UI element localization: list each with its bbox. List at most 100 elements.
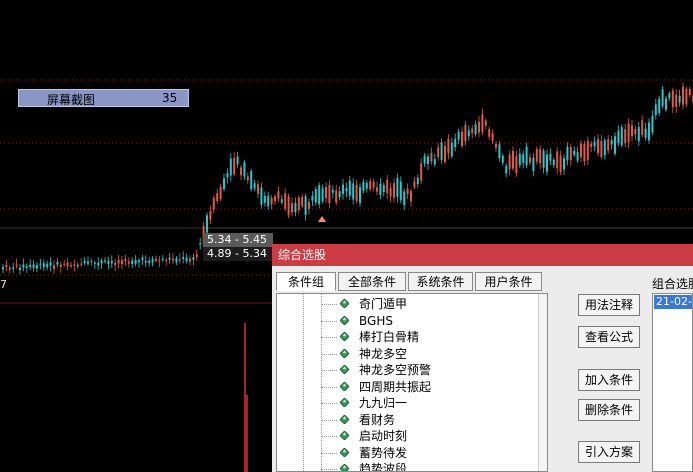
- condition-item-label: 神龙多空: [359, 346, 408, 361]
- candle-body: [569, 147, 572, 161]
- candle-body: [168, 257, 171, 260]
- combo-list[interactable]: 21-02-: [652, 293, 693, 472]
- candle-body: [352, 183, 355, 200]
- green-diamond-icon: [340, 464, 349, 471]
- candle-body: [501, 155, 504, 163]
- candle-body: [508, 154, 511, 170]
- candle-body: [484, 120, 487, 126]
- candle-body: [427, 156, 429, 164]
- combo-selected-item[interactable]: 21-02-: [654, 295, 692, 309]
- candle-body: [481, 114, 484, 133]
- candle-body: [308, 202, 310, 209]
- candle-body: [114, 262, 117, 266]
- add-condition-button[interactable]: 加入条件: [578, 369, 640, 391]
- candle-body: [386, 179, 389, 194]
- candle-body: [165, 259, 168, 262]
- view-formula-button[interactable]: 查看公式: [578, 326, 640, 348]
- candle-body: [620, 127, 623, 146]
- candle-body: [444, 146, 446, 162]
- candle-body: [93, 262, 96, 264]
- candle-body: [580, 143, 582, 158]
- candle-body: [474, 124, 477, 135]
- candle-body: [233, 157, 236, 175]
- candle-body: [199, 243, 202, 245]
- candle-body: [158, 260, 161, 262]
- candle-body: [488, 129, 491, 137]
- candle-body: [280, 199, 283, 203]
- candle-body: [25, 266, 28, 268]
- delete-condition-button[interactable]: 删除条件: [578, 399, 640, 421]
- candle-body: [457, 131, 460, 140]
- candle-body: [240, 167, 242, 176]
- tree-scrollbar[interactable]: [538, 294, 547, 471]
- green-diamond-icon: [340, 348, 349, 358]
- candle-body: [318, 185, 321, 205]
- condition-item-label: 四周期共振起: [359, 379, 432, 394]
- candle-body: [399, 181, 402, 201]
- candle-body: [216, 193, 219, 202]
- candle-body: [141, 257, 144, 261]
- tab-system-conditions[interactable]: 系统条件: [408, 272, 473, 291]
- candle-body: [556, 151, 559, 169]
- candle-body: [614, 136, 616, 154]
- candle-body: [110, 260, 113, 264]
- candle-body: [512, 150, 514, 169]
- candle-body: [542, 150, 545, 168]
- candle-body: [590, 143, 593, 147]
- candle-body: [573, 150, 576, 155]
- import-plan-button[interactable]: 引入方案: [578, 441, 640, 463]
- candle-body: [393, 183, 395, 198]
- candle-body: [495, 144, 497, 148]
- usage-note-button[interactable]: 用法注释: [578, 294, 640, 316]
- candle-body: [447, 138, 450, 154]
- tab-all-conditions[interactable]: 全部条件: [338, 272, 406, 291]
- candle-body: [518, 153, 521, 166]
- candle-body: [297, 197, 300, 211]
- candle-body: [403, 191, 406, 206]
- green-diamond-icon: [340, 315, 349, 325]
- candle-body: [73, 264, 76, 266]
- candle-body: [107, 260, 110, 264]
- tree-connector: [321, 436, 337, 437]
- tab-condition-group[interactable]: 条件组: [276, 272, 336, 291]
- condition-item-label: 看财务: [359, 412, 396, 427]
- candle-body: [155, 258, 157, 261]
- candle-body: [260, 187, 263, 205]
- candle-body: [552, 159, 555, 166]
- price-range-lower: 4.89 - 5.34: [203, 247, 273, 261]
- indicator-value: 7: [0, 278, 7, 291]
- low-marker-icon: [318, 216, 326, 222]
- candle-body: [328, 185, 331, 204]
- candle-body: [583, 143, 586, 162]
- candle-body: [56, 261, 59, 265]
- candle-body: [46, 263, 49, 268]
- candle-body: [597, 139, 599, 154]
- condition-item-label: 九九归一: [359, 396, 408, 410]
- candle-body: [325, 187, 327, 199]
- candle-body: [70, 264, 72, 267]
- condition-tree[interactable]: 奇门遁甲 BGHS 棒打白骨精 神龙多空 神龙多空预警 四周期共振起 九九归一 看财务 启动时刻…: [276, 293, 548, 472]
- candle-body: [5, 264, 8, 268]
- volume-spike: [244, 323, 248, 472]
- candle-body: [416, 177, 419, 185]
- candle-body: [209, 211, 212, 220]
- candle-body: [467, 130, 470, 137]
- green-diamond-icon: [340, 398, 349, 407]
- candle-body: [80, 263, 83, 265]
- candle-body: [267, 195, 270, 207]
- tree-connector: [321, 419, 337, 421]
- candle-body: [654, 104, 657, 116]
- tab-user-conditions[interactable]: 用户条件: [475, 272, 542, 291]
- condition-item-label: 棒打白骨精: [359, 330, 420, 344]
- candle-body: [529, 157, 531, 163]
- candle-body: [631, 125, 633, 136]
- candle-body: [22, 264, 25, 268]
- badge-label: 屏幕截图: [47, 93, 96, 107]
- candle-body: [117, 259, 120, 264]
- candle-body: [59, 264, 62, 267]
- candle-body: [634, 129, 637, 135]
- candle-body: [413, 181, 416, 187]
- candle-body: [539, 149, 542, 164]
- candle-body: [90, 260, 93, 263]
- badge-value: 35: [162, 91, 178, 105]
